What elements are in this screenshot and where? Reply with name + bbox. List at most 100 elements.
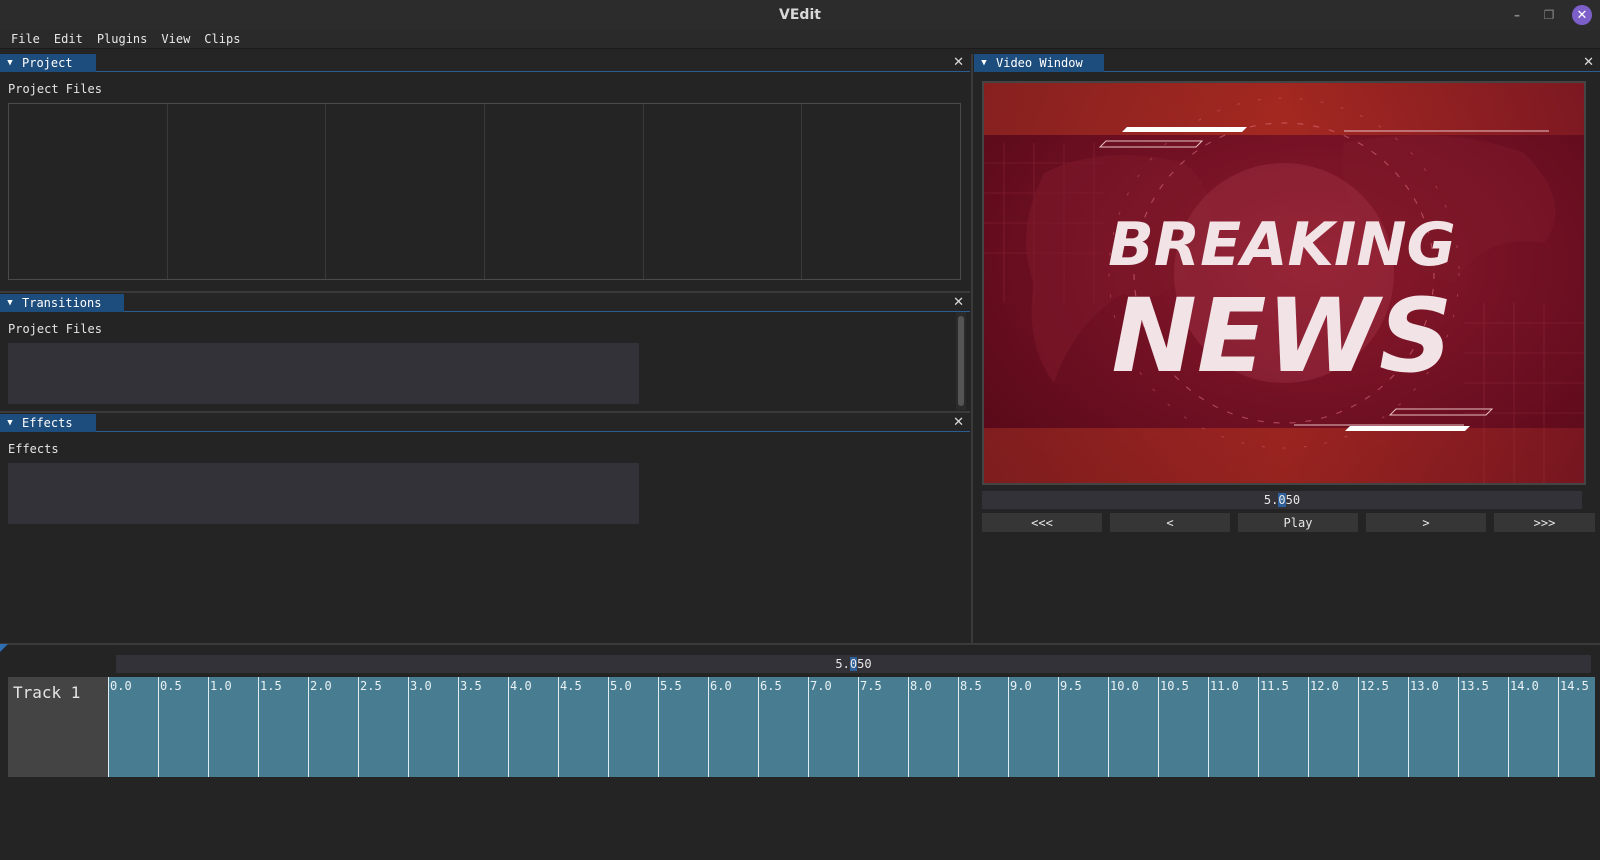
video-tab-label: Video Window	[996, 56, 1083, 70]
window-title: VEdit	[779, 7, 821, 23]
collapse-triangle-icon[interactable]: ▼	[978, 58, 990, 68]
time-cursor: 0	[849, 657, 858, 671]
time-tick: 11.0	[1208, 677, 1239, 777]
menu-clips[interactable]: Clips	[197, 32, 247, 46]
video-panel-header: ▼ Video Window ✕	[974, 54, 1600, 72]
menu-file[interactable]: File	[4, 32, 47, 46]
time-cursor: 0	[1278, 493, 1286, 507]
effects-tab-label: Effects	[22, 416, 73, 430]
time-tick: 0.0	[108, 677, 132, 777]
time-tick: 5.0	[608, 677, 632, 777]
close-icon[interactable]: ✕	[953, 414, 964, 432]
time-tick: 14.0	[1508, 677, 1539, 777]
time-tick: 5.5	[658, 677, 682, 777]
project-file-slot[interactable]	[9, 104, 168, 279]
play-button[interactable]: Play	[1238, 513, 1358, 532]
time-tick: 8.0	[908, 677, 932, 777]
tab-transitions[interactable]: ▼ Transitions	[0, 294, 124, 312]
panel-divider[interactable]	[0, 291, 970, 293]
close-icon[interactable]: ✕	[953, 294, 964, 312]
headline-top: BREAKING	[1108, 210, 1456, 280]
track-header[interactable]: Track 1	[8, 677, 108, 777]
time-tick: 12.0	[1308, 677, 1339, 777]
time-tick: 0.5	[158, 677, 182, 777]
time-tick: 3.5	[458, 677, 482, 777]
bottom-band	[984, 428, 1584, 483]
time-tick: 13.5	[1458, 677, 1489, 777]
track-name: Track 1	[13, 683, 81, 702]
time-tick: 6.0	[708, 677, 732, 777]
menu-view[interactable]: View	[154, 32, 197, 46]
time-tick: 8.5	[958, 677, 982, 777]
time-tick: 9.0	[1008, 677, 1032, 777]
transitions-files-label: Project Files	[8, 322, 102, 336]
effects-list[interactable]	[8, 463, 639, 524]
headline-bottom: NEWS	[1111, 277, 1452, 396]
time-prefix: 5.	[1263, 493, 1279, 507]
project-file-slot[interactable]	[644, 104, 803, 279]
menu-bar: File Edit Plugins View Clips	[0, 30, 1600, 49]
tab-effects[interactable]: ▼ Effects	[0, 414, 96, 432]
maximize-icon[interactable]: ❐	[1540, 6, 1558, 24]
project-tab-label: Project	[22, 56, 73, 70]
collapse-triangle-icon[interactable]: ▼	[4, 58, 16, 68]
accent-bar	[1345, 426, 1470, 431]
time-tick: 3.0	[408, 677, 432, 777]
transitions-scrollbar[interactable]	[956, 312, 966, 410]
vertical-splitter[interactable]	[971, 54, 973, 644]
video-time-field[interactable]: 5. 0 50	[982, 491, 1582, 509]
time-tick: 13.0	[1408, 677, 1439, 777]
time-tick: 1.0	[208, 677, 232, 777]
skip-forward-button[interactable]: >>>	[1494, 513, 1595, 532]
timeline-time-field[interactable]: 5. 0 50	[116, 655, 1591, 673]
tab-project[interactable]: ▼ Project	[0, 54, 96, 72]
accent-outline	[1098, 140, 1204, 148]
time-tick: 9.5	[1058, 677, 1082, 777]
skip-back-button[interactable]: <<<	[982, 513, 1102, 532]
menu-edit[interactable]: Edit	[47, 32, 90, 46]
time-tick: 1.5	[258, 677, 282, 777]
transitions-tab-label: Transitions	[22, 296, 102, 310]
effects-label: Effects	[8, 442, 59, 456]
time-suffix: 50	[857, 657, 872, 671]
timeline-splitter[interactable]	[0, 643, 1600, 645]
timeline-corner-marker	[0, 644, 8, 652]
step-forward-button[interactable]: >	[1366, 513, 1486, 532]
time-tick: 12.5	[1358, 677, 1389, 777]
video-preview[interactable]: BREAKING NEWS	[982, 81, 1586, 485]
transitions-list[interactable]	[8, 343, 639, 404]
minimize-icon[interactable]: –	[1508, 6, 1526, 24]
project-file-slot[interactable]	[802, 104, 960, 279]
time-tick: 2.0	[308, 677, 332, 777]
time-tick: 4.5	[558, 677, 582, 777]
step-back-button[interactable]: <	[1110, 513, 1230, 532]
project-file-slot[interactable]	[485, 104, 644, 279]
time-tick: 10.0	[1108, 677, 1139, 777]
time-tick: 14.5	[1558, 677, 1589, 777]
project-files-label: Project Files	[8, 82, 102, 96]
window-controls: – ❐ ✕	[1508, 5, 1592, 25]
time-tick: 10.5	[1158, 677, 1189, 777]
close-icon[interactable]: ✕	[953, 54, 964, 72]
time-tick: 4.0	[508, 677, 532, 777]
breaking-news-frame: BREAKING NEWS	[984, 83, 1584, 483]
time-tick: 11.5	[1258, 677, 1289, 777]
close-window-icon[interactable]: ✕	[1572, 5, 1592, 25]
time-suffix: 50	[1285, 493, 1301, 507]
project-file-slot[interactable]	[326, 104, 486, 279]
close-icon[interactable]: ✕	[1583, 54, 1594, 72]
project-file-slot[interactable]	[168, 104, 327, 279]
panel-divider[interactable]	[0, 411, 970, 413]
time-tick: 6.5	[758, 677, 782, 777]
project-files-grid[interactable]	[8, 103, 961, 280]
tab-video-window[interactable]: ▼ Video Window	[974, 54, 1104, 72]
effects-panel-header: ▼ Effects ✕	[0, 414, 970, 432]
collapse-triangle-icon[interactable]: ▼	[4, 418, 16, 428]
track-clip-area[interactable]: 0.0 0.5 1.0 1.5 2.0 2.5 3.0 3.5 4.0 4.5 …	[108, 677, 1595, 777]
menu-plugins[interactable]: Plugins	[90, 32, 155, 46]
time-tick: 7.0	[808, 677, 832, 777]
collapse-triangle-icon[interactable]: ▼	[4, 298, 16, 308]
scrollbar-thumb[interactable]	[958, 316, 964, 406]
time-prefix: 5.	[835, 657, 850, 671]
transitions-panel-header: ▼ Transitions ✕	[0, 294, 970, 312]
